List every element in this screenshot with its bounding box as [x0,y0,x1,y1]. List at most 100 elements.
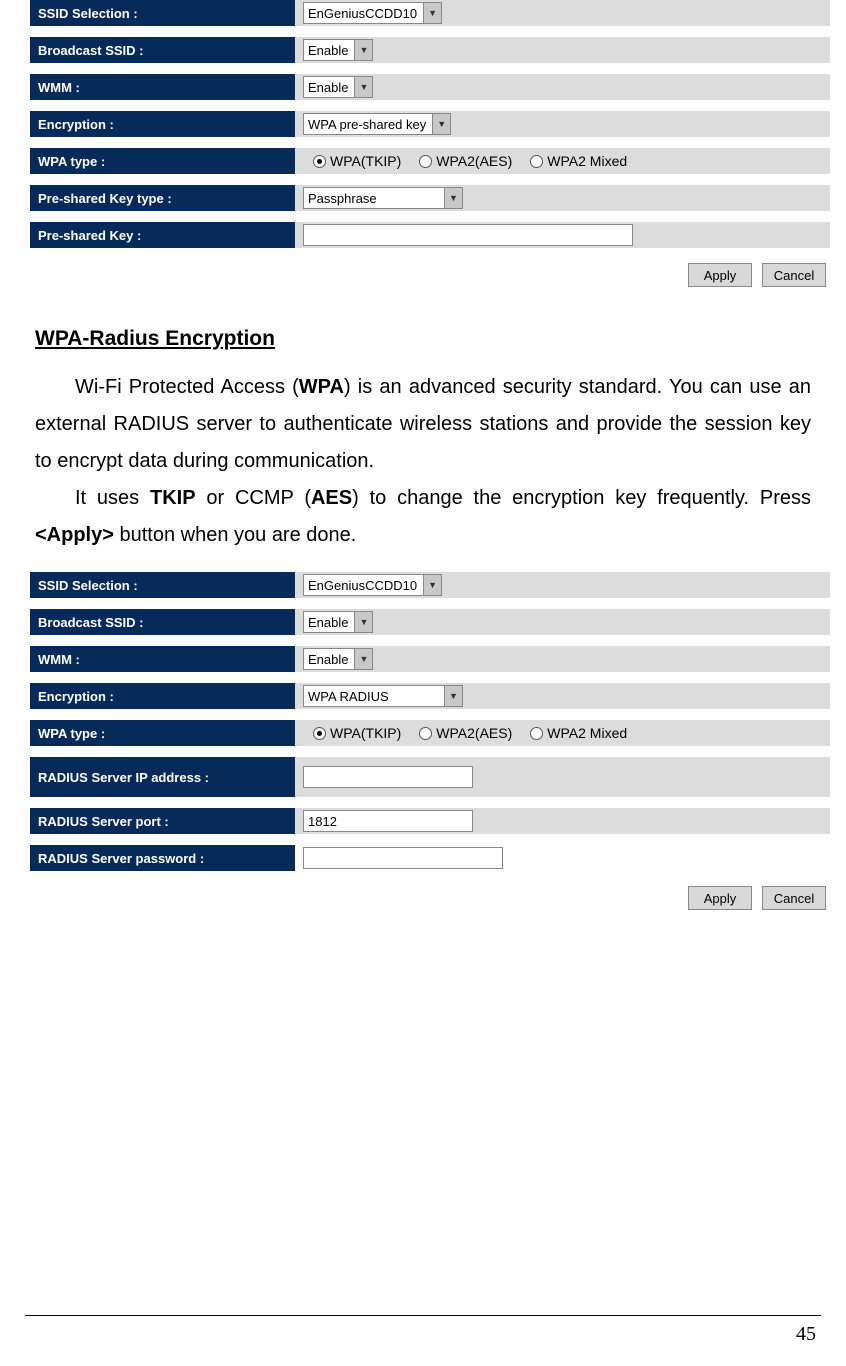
body-bold: AES [311,487,352,509]
wpa-type-radio-group: WPA(TKIP) WPA2(AES) WPA2 Mixed [303,153,627,169]
broadcast-value: Enable [304,615,354,630]
label-radius-port: RADIUS Server port : [30,808,295,834]
label-ssid: SSID Selection : [30,572,295,598]
control-ssid: EnGeniusCCDD10 ▼ [295,572,830,598]
control-wmm: Enable ▼ [295,646,830,672]
radio-icon [530,727,543,740]
encryption-value: WPA pre-shared key [304,117,432,132]
button-row: Apply Cancel [30,882,830,910]
row-psk: Pre-shared Key : [30,222,830,248]
radius-password-input[interactable] [303,847,503,869]
row-wpa-type: WPA type : WPA(TKIP) WPA2(AES) WPA2 Mixe… [30,720,830,746]
control-radius-pw [295,845,830,871]
row-wmm: WMM : Enable ▼ [30,646,830,672]
config-panel-psk: SSID Selection : EnGeniusCCDD10 ▼ Broadc… [30,0,830,287]
control-wmm: Enable ▼ [295,74,830,100]
section-heading: WPA-Radius Encryption [35,327,821,351]
radio-wpa2-aes[interactable]: WPA2(AES) [419,725,512,741]
broadcast-value: Enable [304,43,354,58]
body-bold: <Apply> [35,524,114,546]
radio-label: WPA2 Mixed [547,153,627,169]
page-number: 45 [796,1323,816,1346]
chevron-down-icon: ▼ [354,612,372,632]
chevron-down-icon: ▼ [354,649,372,669]
label-wmm: WMM : [30,74,295,100]
radio-icon [313,727,326,740]
chevron-down-icon: ▼ [423,575,441,595]
label-encryption: Encryption : [30,111,295,137]
ssid-dropdown[interactable]: EnGeniusCCDD10 ▼ [303,574,442,596]
chevron-down-icon: ▼ [354,77,372,97]
chevron-down-icon: ▼ [444,686,462,706]
encryption-value: WPA RADIUS [304,689,395,704]
psk-type-dropdown[interactable]: Passphrase ▼ [303,187,463,209]
control-encryption: WPA pre-shared key ▼ [295,111,830,137]
ssid-value: EnGeniusCCDD10 [304,578,423,593]
label-wpa-type: WPA type : [30,148,295,174]
body-text: ) to change the encryption key frequentl… [352,487,811,509]
body-bold: WPA [299,376,344,398]
encryption-dropdown[interactable]: WPA pre-shared key ▼ [303,113,451,135]
radio-label: WPA2 Mixed [547,725,627,741]
config-panel-radius: SSID Selection : EnGeniusCCDD10 ▼ Broadc… [30,572,830,910]
psk-type-value: Passphrase [304,191,383,206]
apply-button[interactable]: Apply [688,263,752,287]
row-radius-pw: RADIUS Server password : [30,845,830,871]
row-ssid: SSID Selection : EnGeniusCCDD10 ▼ [30,572,830,598]
encryption-dropdown[interactable]: WPA RADIUS ▼ [303,685,463,707]
ssid-dropdown[interactable]: EnGeniusCCDD10 ▼ [303,2,442,24]
cancel-button[interactable]: Cancel [762,886,826,910]
row-wmm: WMM : Enable ▼ [30,74,830,100]
radio-wpa-tkip[interactable]: WPA(TKIP) [313,153,401,169]
wmm-value: Enable [304,652,354,667]
radio-icon [419,155,432,168]
label-broadcast: Broadcast SSID : [30,37,295,63]
label-broadcast: Broadcast SSID : [30,609,295,635]
footer-divider [25,1315,821,1316]
broadcast-dropdown[interactable]: Enable ▼ [303,39,373,61]
control-psk [295,222,830,248]
radius-port-input[interactable] [303,810,473,832]
row-encryption: Encryption : WPA RADIUS ▼ [30,683,830,709]
wmm-value: Enable [304,80,354,95]
control-broadcast: Enable ▼ [295,609,830,635]
radio-wpa2-mixed[interactable]: WPA2 Mixed [530,725,627,741]
label-psk: Pre-shared Key : [30,222,295,248]
body-text: button when you are done. [114,524,356,546]
row-wpa-type: WPA type : WPA(TKIP) WPA2(AES) WPA2 Mixe… [30,148,830,174]
control-ssid: EnGeniusCCDD10 ▼ [295,0,830,26]
row-radius-ip: RADIUS Server IP address : [30,757,830,797]
label-ssid: SSID Selection : [30,0,295,26]
label-radius-ip: RADIUS Server IP address : [30,757,295,797]
control-wpa-type: WPA(TKIP) WPA2(AES) WPA2 Mixed [295,148,830,174]
button-row: Apply Cancel [30,259,830,287]
radius-ip-input[interactable] [303,766,473,788]
radio-icon [313,155,326,168]
label-encryption: Encryption : [30,683,295,709]
label-wpa-type: WPA type : [30,720,295,746]
apply-button[interactable]: Apply [688,886,752,910]
radio-label: WPA(TKIP) [330,153,401,169]
row-radius-port: RADIUS Server port : [30,808,830,834]
row-encryption: Encryption : WPA pre-shared key ▼ [30,111,830,137]
row-psk-type: Pre-shared Key type : Passphrase ▼ [30,185,830,211]
control-psk-type: Passphrase ▼ [295,185,830,211]
wmm-dropdown[interactable]: Enable ▼ [303,648,373,670]
radio-label: WPA2(AES) [436,153,512,169]
row-broadcast: Broadcast SSID : Enable ▼ [30,609,830,635]
wmm-dropdown[interactable]: Enable ▼ [303,76,373,98]
control-encryption: WPA RADIUS ▼ [295,683,830,709]
cancel-button[interactable]: Cancel [762,263,826,287]
chevron-down-icon: ▼ [432,114,450,134]
body-text: or CCMP ( [196,487,311,509]
radio-wpa2-aes[interactable]: WPA2(AES) [419,153,512,169]
label-psk-type: Pre-shared Key type : [30,185,295,211]
broadcast-dropdown[interactable]: Enable ▼ [303,611,373,633]
row-broadcast: Broadcast SSID : Enable ▼ [30,37,830,63]
radio-wpa2-mixed[interactable]: WPA2 Mixed [530,153,627,169]
radio-label: WPA2(AES) [436,725,512,741]
row-ssid: SSID Selection : EnGeniusCCDD10 ▼ [30,0,830,26]
label-wmm: WMM : [30,646,295,672]
radio-wpa-tkip[interactable]: WPA(TKIP) [313,725,401,741]
psk-input[interactable] [303,224,633,246]
